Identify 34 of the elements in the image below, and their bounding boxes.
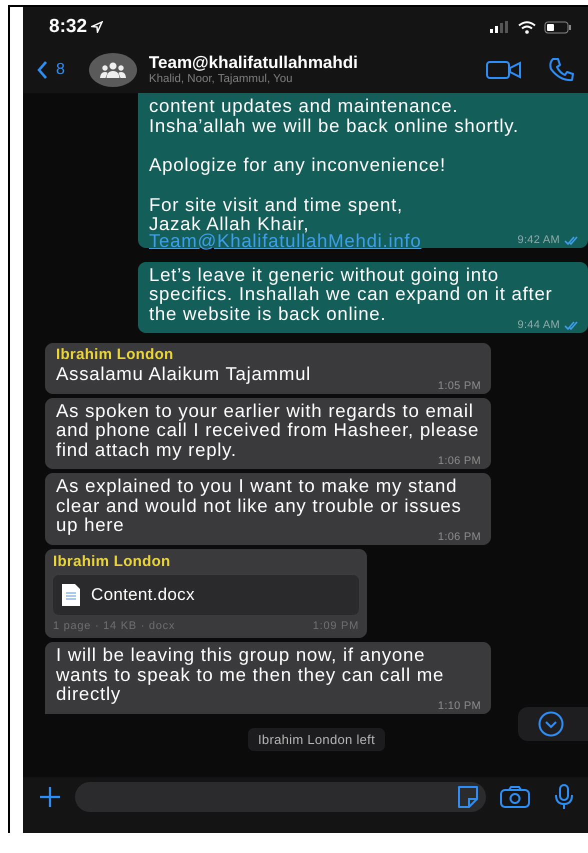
message-time: 1:05 PM xyxy=(438,380,481,392)
message-text: Assalamu Alaikum Tajammul xyxy=(56,364,312,384)
plus-icon[interactable] xyxy=(39,786,61,808)
message-text: Apologize for any inconvenience! xyxy=(149,155,447,174)
scroll-down-button[interactable] xyxy=(518,707,588,741)
group-title: Team@khalifatullahmahdi xyxy=(148,54,359,74)
message-time: 1:10 PM xyxy=(438,700,481,712)
message-time: 9:44 AM xyxy=(518,319,560,332)
battery-icon xyxy=(544,20,572,34)
camera-icon[interactable] xyxy=(500,786,530,808)
wifi-icon xyxy=(518,20,536,34)
group-members: Khalid, Noor, Tajammul, You xyxy=(148,73,294,86)
phone-call-icon[interactable] xyxy=(548,57,574,83)
document-attachment[interactable]: Content.docx xyxy=(53,574,359,614)
signal-icon xyxy=(490,21,510,33)
message-time: 1:06 PM xyxy=(438,530,481,544)
system-notice: Ibrahim London left xyxy=(248,728,385,751)
status-time: 8:32 xyxy=(49,14,88,39)
document-icon xyxy=(61,582,81,606)
back-button[interactable]: 8 xyxy=(37,58,65,82)
chevron-down-circle-icon xyxy=(538,711,564,737)
sticker-icon[interactable] xyxy=(456,786,480,808)
message-input[interactable] xyxy=(75,782,486,812)
sender-name: Ibrahim London xyxy=(56,346,175,364)
message-text: content updates and maintenance. Insha’allah we will be back online shortly. xyxy=(149,96,520,135)
message-text: For site visit and time spent, Jazak Allah Khair, xyxy=(149,194,403,234)
video-call-icon[interactable] xyxy=(486,59,522,81)
people-icon xyxy=(100,62,126,78)
message-time: 1:06 PM xyxy=(438,455,481,468)
microphone-icon[interactable] xyxy=(554,784,574,810)
location-arrow-icon xyxy=(91,21,104,33)
sender-name: Ibrahim London xyxy=(53,552,172,570)
chevron-left-icon xyxy=(37,61,48,79)
message-time: 9:42 AM xyxy=(518,234,560,246)
